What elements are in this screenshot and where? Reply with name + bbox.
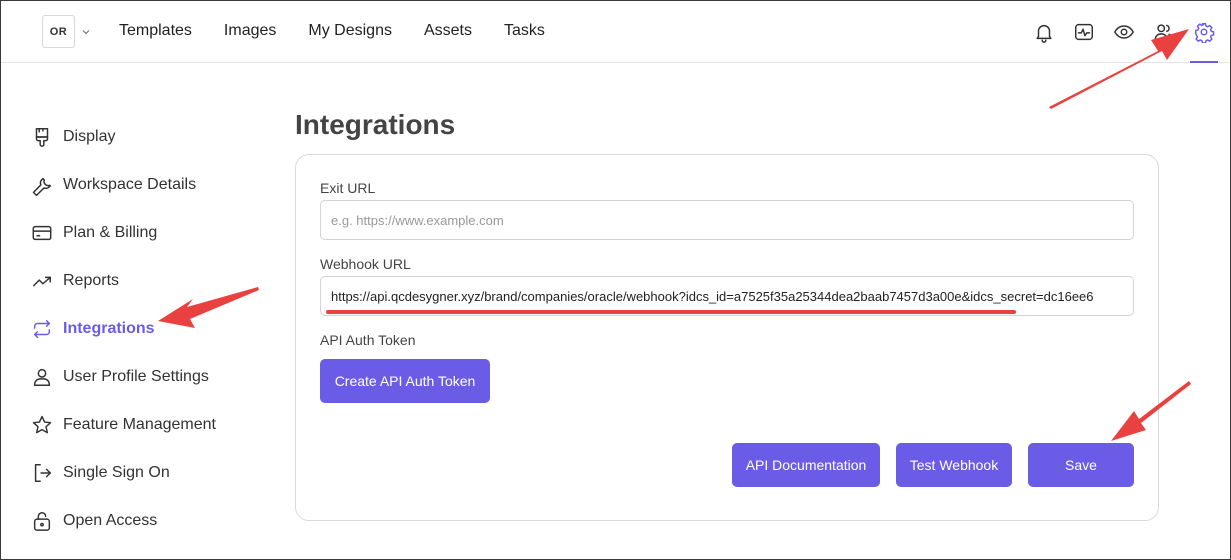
sidebar-item-label: Workspace Details bbox=[63, 176, 197, 193]
exit-url-label: Exit URL bbox=[320, 180, 376, 196]
sidebar-item-reports[interactable]: Reports bbox=[31, 257, 271, 305]
star-icon bbox=[32, 415, 52, 434]
nav-templates[interactable]: Templates bbox=[119, 21, 192, 41]
sidebar-item-user-profile-settings[interactable]: User Profile Settings bbox=[31, 353, 271, 401]
settings-button[interactable] bbox=[1184, 1, 1224, 63]
webhook-url-label: Webhook URL bbox=[320, 256, 411, 272]
nav-tasks[interactable]: Tasks bbox=[504, 21, 545, 41]
chevron-down-icon bbox=[82, 29, 90, 34]
sidebar-item-label: Feature Management bbox=[63, 416, 216, 433]
sidebar-item-label: Plan & Billing bbox=[63, 224, 158, 241]
api-documentation-button[interactable]: API Documentation bbox=[732, 443, 880, 487]
save-button[interactable]: Save bbox=[1028, 443, 1134, 487]
sidebar-item-label: Open Access bbox=[63, 512, 158, 529]
activity-icon bbox=[1075, 23, 1093, 41]
sync-icon bbox=[33, 320, 51, 338]
sidebar-item-open-access[interactable]: Open Access bbox=[31, 497, 271, 545]
sidebar-item-display[interactable]: Display bbox=[31, 113, 271, 161]
trend-icon bbox=[33, 276, 51, 287]
sidebar-item-label: Integrations bbox=[63, 320, 155, 337]
page-title: Integrations bbox=[295, 109, 456, 140]
sidebar-item-label: Reports bbox=[63, 272, 120, 289]
users-icon bbox=[1154, 24, 1174, 41]
wrench-icon bbox=[32, 177, 51, 196]
lock-open-icon bbox=[33, 512, 51, 531]
users-button[interactable] bbox=[1144, 1, 1184, 63]
api-auth-token-label: API Auth Token bbox=[320, 332, 416, 348]
main-nav: Templates Images My Designs Assets Tasks bbox=[119, 21, 577, 41]
sidebar-item-single-sign-on[interactable]: Single Sign On bbox=[31, 449, 271, 497]
card-icon bbox=[32, 225, 52, 241]
create-api-token-button[interactable]: Create API Auth Token bbox=[320, 359, 490, 403]
nav-assets[interactable]: Assets bbox=[424, 21, 472, 41]
sidebar-item-integrations[interactable]: Integrations bbox=[31, 305, 271, 353]
sidebar-item-label: Single Sign On bbox=[63, 464, 170, 481]
sidebar-item-feature-management[interactable]: Feature Management bbox=[31, 401, 271, 449]
annotation-underline bbox=[326, 310, 1016, 314]
integrations-card: Exit URL Webhook URL API Auth Token Crea… bbox=[295, 154, 1159, 521]
settings-sidebar: Display Workspace Details Plan & Billing… bbox=[31, 113, 271, 545]
test-webhook-button[interactable]: Test Webhook bbox=[896, 443, 1012, 487]
gear-icon bbox=[1195, 23, 1215, 43]
bell-icon bbox=[1036, 24, 1052, 43]
activity-button[interactable] bbox=[1064, 1, 1104, 63]
user-icon bbox=[33, 368, 51, 386]
org-badge: OR bbox=[42, 15, 75, 48]
nav-my-designs[interactable]: My Designs bbox=[308, 21, 392, 41]
eye-icon bbox=[1113, 25, 1135, 39]
org-switcher[interactable]: OR bbox=[42, 15, 94, 48]
brush-icon bbox=[35, 128, 49, 147]
sidebar-item-label: User Profile Settings bbox=[63, 368, 209, 385]
sidebar-item-workspace-details[interactable]: Workspace Details bbox=[31, 161, 271, 209]
notifications-button[interactable] bbox=[1024, 1, 1064, 63]
top-navigation-bar: OR Templates Images My Designs Assets Ta… bbox=[1, 1, 1230, 63]
exit-url-input[interactable] bbox=[320, 200, 1134, 240]
preview-button[interactable] bbox=[1104, 1, 1144, 63]
nav-images[interactable]: Images bbox=[224, 21, 276, 41]
sidebar-item-label: Display bbox=[63, 128, 116, 145]
sidebar-item-plan-billing[interactable]: Plan & Billing bbox=[31, 209, 271, 257]
sign-in-icon bbox=[34, 464, 51, 482]
